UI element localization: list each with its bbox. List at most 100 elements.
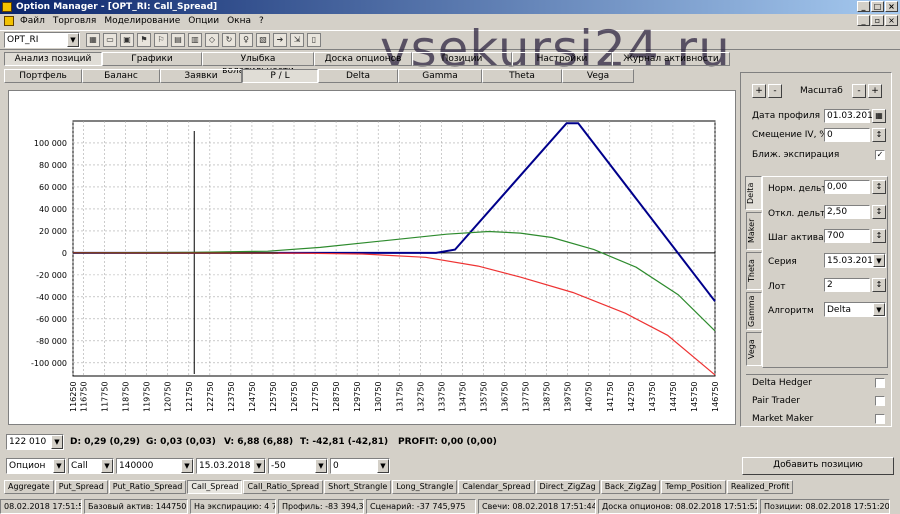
tab-back-zigzag[interactable]: Back_ZigZag: [600, 480, 661, 494]
x-tick-label: 137750: [522, 381, 531, 412]
top-tabs: Анализ позиций Графики Улыбка волатильно…: [4, 52, 730, 76]
iv-shift-field[interactable]: 0: [824, 128, 870, 142]
step-spinner[interactable]: ↕: [872, 229, 886, 243]
tab-call-spread[interactable]: Call_Spread: [187, 480, 243, 494]
menu-windows[interactable]: Окна: [223, 14, 255, 28]
near-exp-checkbox[interactable]: ✓: [875, 150, 885, 160]
add-position-button[interactable]: Добавить позицию: [742, 457, 894, 475]
export-icon[interactable]: ⇲: [290, 33, 304, 47]
price-select[interactable]: 122 010 ▼: [6, 434, 64, 450]
quantity-select[interactable]: -50 ▼: [268, 458, 328, 474]
calc-icon[interactable]: ▧: [256, 33, 270, 47]
step-field[interactable]: 700: [824, 229, 870, 243]
tab-short-strangle[interactable]: Short_Strangle: [324, 480, 392, 494]
iv-shift-spinner[interactable]: ↕: [872, 128, 886, 142]
tab-positions[interactable]: Позиции: [412, 52, 512, 66]
lot-spinner[interactable]: ↕: [872, 278, 886, 292]
algo-select[interactable]: Delta ▼: [824, 302, 886, 317]
delta-hedger-checkbox[interactable]: [875, 378, 885, 388]
tab-balance[interactable]: Баланс: [82, 69, 160, 83]
menu-file[interactable]: Файл: [16, 14, 49, 28]
tab-long-strangle[interactable]: Long_Strangle: [392, 480, 458, 494]
tab-portfolio[interactable]: Портфель: [4, 69, 82, 83]
calendar-icon[interactable]: ▦: [872, 109, 886, 123]
tab-put-ratio-spread[interactable]: Put_Ratio_Spread: [108, 480, 187, 494]
menu-options[interactable]: Опции: [184, 14, 223, 28]
dev-delta-spinner[interactable]: ↕: [872, 205, 886, 219]
zoom-out-left-button[interactable]: -: [768, 84, 782, 98]
order-type-value: Опцион: [9, 461, 46, 471]
vtab-gamma[interactable]: Gamma: [746, 292, 762, 330]
chevron-down-icon: ▼: [377, 459, 389, 473]
tab-gamma[interactable]: Gamma: [398, 69, 482, 83]
y-tick-label: 100 000: [34, 139, 67, 148]
folder-icon[interactable]: ▭: [103, 33, 117, 47]
series-select[interactable]: 15.03.2018 ▼: [824, 253, 886, 268]
x-tick-label: 140750: [585, 381, 594, 412]
lot-field[interactable]: 2: [824, 278, 870, 292]
tab-volatility-smile[interactable]: Улыбка волатильности: [202, 52, 314, 76]
tab-charts[interactable]: Графики: [102, 52, 202, 66]
pair-trader-checkbox[interactable]: [875, 396, 885, 406]
zoom-in-left-button[interactable]: +: [752, 84, 766, 98]
strike-select[interactable]: 140000 ▼: [116, 458, 194, 474]
zoom-out-right-button[interactable]: -: [852, 84, 866, 98]
menu-trading[interactable]: Торговля: [49, 14, 100, 28]
vtab-delta[interactable]: Delta: [745, 176, 762, 210]
bulb-icon[interactable]: ♀: [239, 33, 253, 47]
tab-settings[interactable]: Настройки: [512, 52, 612, 66]
x-tick-label: 126750: [290, 381, 299, 412]
menu-modeling[interactable]: Моделирование: [100, 14, 184, 28]
tab-temp-position[interactable]: Temp_Position: [661, 480, 726, 494]
tab-calendar-spread[interactable]: Calendar_Spread: [458, 480, 535, 494]
arrow-icon[interactable]: ➔: [273, 33, 287, 47]
price-input-select[interactable]: 0 ▼: [330, 458, 390, 474]
greeks-line: 122 010 ▼ D: 0,29 (0,29) G: 0,03 (0,03) …: [4, 434, 740, 450]
order-type-select[interactable]: Опцион ▼: [6, 458, 66, 474]
tab-orders[interactable]: Заявки: [160, 69, 242, 83]
grid-icon[interactable]: ▥: [188, 33, 202, 47]
instrument-select[interactable]: OPT_RI ▼: [4, 32, 80, 48]
option-kind-select[interactable]: Call ▼: [68, 458, 114, 474]
tab-call-ratio-spread[interactable]: Call_Ratio_Spread: [243, 480, 324, 494]
expiry-select[interactable]: 15.03.2018 ▼: [196, 458, 266, 474]
refresh-icon[interactable]: ↻: [222, 33, 236, 47]
flag2-icon[interactable]: ⚐: [154, 33, 168, 47]
doc-minimize-button[interactable]: _: [857, 15, 870, 26]
tab-delta[interactable]: Delta: [318, 69, 398, 83]
tab-activity-log[interactable]: Журнал активности: [612, 52, 730, 66]
vtab-maker[interactable]: Maker: [746, 212, 762, 250]
maximize-button[interactable]: □: [871, 1, 884, 12]
menu-help[interactable]: ?: [255, 14, 268, 28]
tab-position-analysis[interactable]: Анализ позиций: [4, 52, 102, 66]
norm-delta-field[interactable]: 0,00: [824, 180, 870, 194]
x-tick-label: 143750: [648, 381, 657, 412]
save-icon[interactable]: ▣: [120, 33, 134, 47]
vtab-vega[interactable]: Vega: [746, 332, 762, 366]
minimize-button[interactable]: _: [857, 1, 870, 12]
tab-aggregate[interactable]: Aggregate: [4, 480, 54, 494]
zoom-in-right-button[interactable]: +: [868, 84, 882, 98]
close-button[interactable]: ×: [885, 1, 898, 12]
tab-vega[interactable]: Vega: [562, 69, 634, 83]
door-icon[interactable]: ▯: [307, 33, 321, 47]
tab-theta[interactable]: Theta: [482, 69, 562, 83]
profile-date-field[interactable]: 01.03.2018: [824, 109, 879, 123]
tab-realized-profit[interactable]: Realized_Profit: [726, 480, 794, 494]
chart-icon[interactable]: ▤: [171, 33, 185, 47]
table-icon[interactable]: ▦: [86, 33, 100, 47]
doc-close-button[interactable]: ×: [885, 15, 898, 26]
norm-delta-spinner[interactable]: ↕: [872, 180, 886, 194]
doc-restore-button[interactable]: ▫: [871, 15, 884, 26]
tab-pl[interactable]: P / L: [242, 69, 318, 83]
settings-icon[interactable]: ◇: [205, 33, 219, 47]
tab-direct-zigzag[interactable]: Direct_ZigZag: [535, 480, 600, 494]
pl-chart-panel[interactable]: 100 000 80 000 60 000 40 000 20 000 0 -20 000 -…: [8, 90, 736, 425]
vtab-theta[interactable]: Theta: [746, 252, 762, 290]
tab-option-board[interactable]: Доска опционов: [314, 52, 412, 66]
iv-shift-label: Смещение IV, %: [752, 130, 828, 140]
market-maker-checkbox[interactable]: [875, 414, 885, 424]
flag-icon[interactable]: ⚑: [137, 33, 151, 47]
dev-delta-field[interactable]: 2,50: [824, 205, 870, 219]
tab-put-spread[interactable]: Put_Spread: [54, 480, 108, 494]
